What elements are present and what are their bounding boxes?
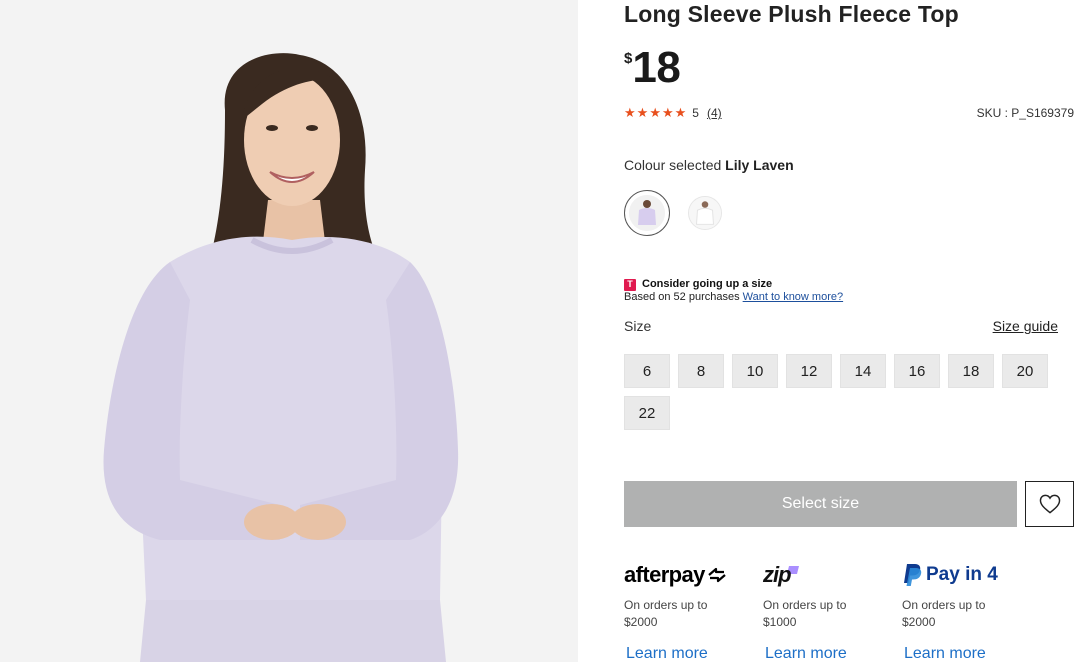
afterpay-learn-more-link[interactable]: Learn more — [626, 645, 763, 662]
afterpay-wordmark: afterpay — [624, 562, 705, 587]
size-options: 6 8 10 12 14 16 18 20 22 — [624, 354, 1064, 430]
afterpay-limit: $2000 — [624, 615, 658, 629]
reviews-link[interactable]: (4) — [707, 106, 722, 120]
star-icon: ★ — [636, 105, 649, 120]
product-details: Long Sleeve Plush Fleece Top $ 18 ★ ★ ★ ★ ★ … — [624, 0, 1074, 662]
size-option-12[interactable]: 12 — [786, 354, 832, 388]
paypal-logo: Pay in 4 — [902, 561, 1041, 589]
zip-wordmark: zip — [763, 562, 792, 587]
colour-selected-text: Colour selected Lily Laven — [624, 157, 794, 173]
colour-swatch-lilac[interactable] — [624, 190, 670, 236]
product-rating: ★ ★ ★ ★ ★ 5 (4) — [624, 106, 722, 121]
lilac-swatch-thumbnail — [629, 195, 665, 231]
payment-zip: zip On orders up to $1000 Learn more — [763, 561, 902, 662]
select-size-button[interactable]: Select size — [624, 481, 1017, 527]
colour-swatches — [624, 190, 728, 236]
size-option-20[interactable]: 20 — [1002, 354, 1048, 388]
zip-limit: $1000 — [763, 615, 797, 629]
star-icon: ★ — [624, 105, 636, 120]
product-price: $ 18 — [624, 43, 681, 92]
size-advice-heading: Consider going up a size — [642, 278, 773, 290]
colour-selected-label: Colour selected — [624, 157, 726, 173]
size-option-6[interactable]: 6 — [624, 354, 670, 388]
white-swatch-thumbnail — [688, 196, 722, 230]
afterpay-terms: On orders up to $2000 — [624, 597, 763, 631]
payment-afterpay: afterpay On orders up to $2000 Learn mor… — [624, 561, 763, 662]
size-advice-detail: Based on 52 purchases — [624, 291, 743, 303]
paypal-icon — [904, 564, 922, 586]
zip-terms: On orders up to $1000 — [763, 597, 902, 631]
size-advice-link[interactable]: Want to know more? — [743, 291, 843, 303]
afterpay-terms-line1: On orders up to — [624, 598, 708, 612]
brand-t-icon: T — [624, 278, 636, 291]
product-image[interactable] — [0, 0, 578, 662]
product-sku: SKU : P_S169379 — [976, 106, 1074, 120]
size-advice: T Consider going up a size Based on 52 p… — [624, 278, 843, 304]
product-title: Long Sleeve Plush Fleece Top — [624, 1, 959, 27]
paypal-terms-line1: On orders up to — [902, 598, 986, 612]
colour-swatch-white[interactable] — [682, 190, 728, 236]
paypal-terms: On orders up to $2000 — [902, 597, 1041, 631]
heart-icon — [1039, 494, 1060, 514]
rating-score: 5 — [692, 106, 699, 120]
colour-selected-name: Lily Laven — [725, 157, 794, 173]
paypal-learn-more-link[interactable]: Learn more — [904, 645, 1041, 662]
model-photo — [0, 0, 578, 662]
size-option-10[interactable]: 10 — [732, 354, 778, 388]
rating-stars: ★ ★ ★ ★ ★ — [624, 106, 686, 120]
afterpay-logo: afterpay — [624, 561, 763, 589]
zip-logo: zip — [763, 561, 902, 589]
afterpay-arrows-icon — [708, 567, 726, 583]
payment-options: afterpay On orders up to $2000 Learn mor… — [624, 561, 1064, 662]
price-currency: $ — [624, 50, 633, 67]
zip-terms-line1: On orders up to — [763, 598, 847, 612]
pay-in-4-label: Pay in 4 — [926, 564, 998, 585]
size-option-22[interactable]: 22 — [624, 396, 670, 430]
size-guide-link[interactable]: Size guide — [993, 318, 1058, 334]
price-amount: 18 — [632, 43, 681, 92]
size-option-16[interactable]: 16 — [894, 354, 940, 388]
size-option-8[interactable]: 8 — [678, 354, 724, 388]
paypal-limit: $2000 — [902, 615, 936, 629]
star-icon: ★ — [649, 105, 661, 120]
size-label: Size — [624, 318, 652, 334]
payment-paypal: Pay in 4 On orders up to $2000 Learn mor… — [902, 561, 1041, 662]
size-option-14[interactable]: 14 — [840, 354, 886, 388]
star-icon: ★ — [661, 105, 674, 120]
wishlist-button[interactable] — [1025, 481, 1074, 527]
zip-learn-more-link[interactable]: Learn more — [765, 645, 902, 662]
star-icon: ★ — [674, 105, 687, 120]
size-option-18[interactable]: 18 — [948, 354, 994, 388]
